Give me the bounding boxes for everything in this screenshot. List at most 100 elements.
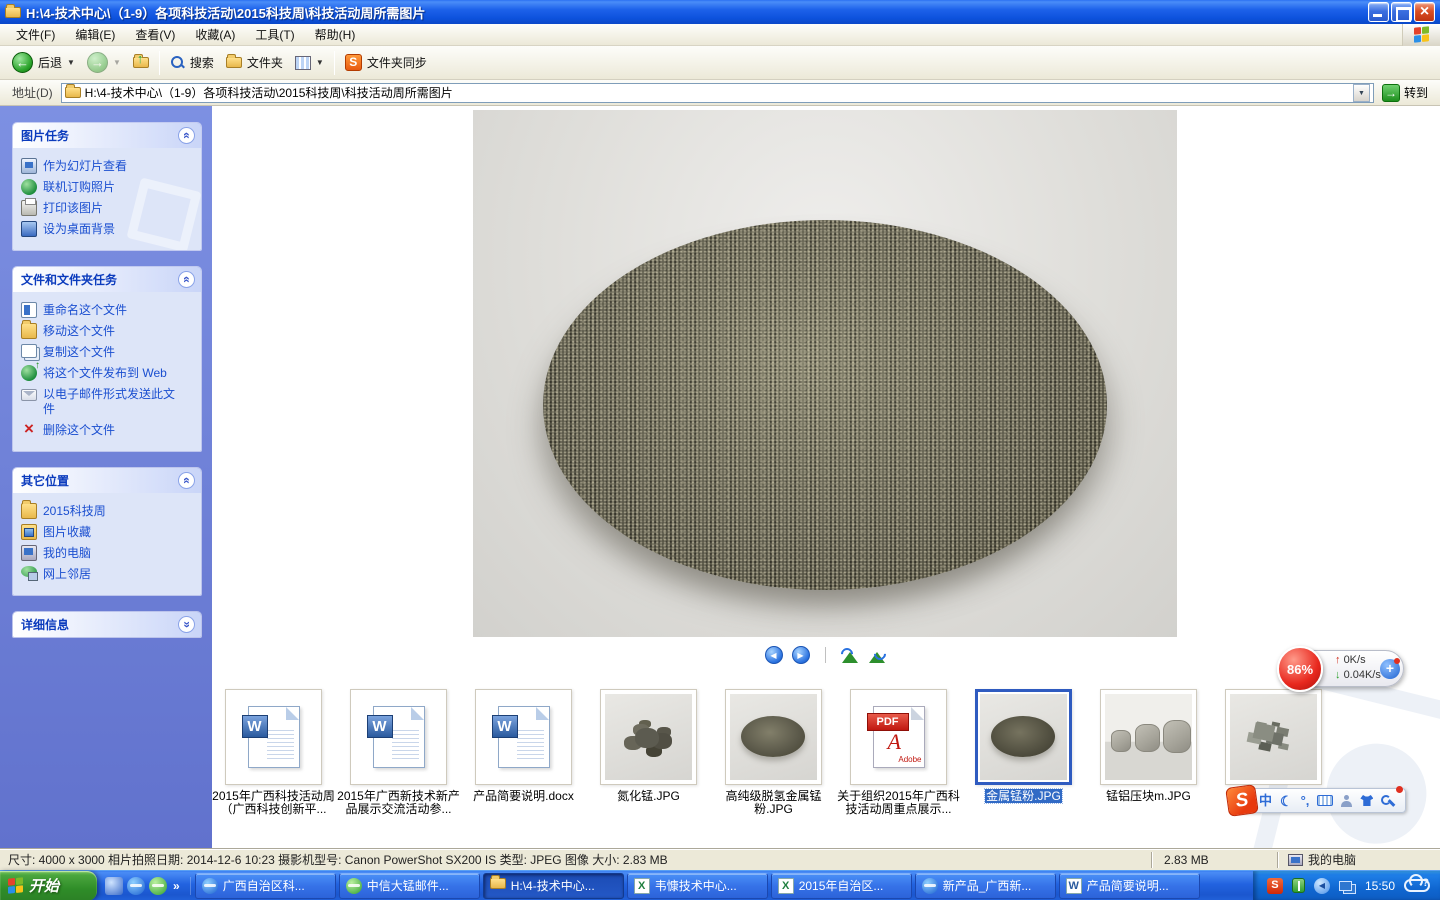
place-2015-tech-week[interactable]: 2015科技周: [21, 501, 197, 522]
address-dropdown-button[interactable]: ▼: [1353, 84, 1370, 102]
title-bar[interactable]: H:\4-技术中心\（1-9）各项科技活动\2015科技周\科技活动周所需图片: [0, 0, 1440, 24]
taskbar-button-explorer-active[interactable]: H:\4-技术中心...: [483, 873, 624, 899]
back-dropdown-icon[interactable]: ▼: [67, 58, 75, 67]
menu-favorites[interactable]: 收藏(A): [185, 23, 245, 46]
thumbnail-word-doc-3[interactable]: W: [475, 689, 572, 785]
menu-view[interactable]: 查看(V): [125, 23, 185, 46]
cloud-app-icon[interactable]: [1404, 879, 1430, 892]
thumbnail-metal-manganese-powder-selected[interactable]: [975, 689, 1072, 785]
file-label[interactable]: 高纯级脱氢金属锰粉.JPG: [710, 790, 837, 816]
expand-chevron-icon[interactable]: [178, 616, 195, 633]
soft-keyboard-icon[interactable]: [1317, 795, 1333, 806]
folder-sync-button[interactable]: S 文件夹同步: [339, 51, 433, 74]
task-order-prints[interactable]: 联机订购照片: [21, 177, 197, 198]
file-label[interactable]: 产品简要说明.docx: [460, 790, 587, 803]
rotate-counterclockwise-icon[interactable]: [841, 648, 859, 663]
collapse-chevron-icon[interactable]: [178, 127, 195, 144]
other-places-header[interactable]: 其它位置: [13, 468, 201, 493]
place-network[interactable]: 网上邻居: [21, 564, 197, 585]
punctuation-mode[interactable]: °,: [1301, 794, 1310, 807]
task-email-file[interactable]: 以电子邮件形式发送此文件: [21, 384, 197, 420]
taskbar-button-word[interactable]: W产品简要说明...: [1059, 873, 1200, 899]
network-status-icon[interactable]: [1339, 881, 1352, 891]
thumbnail-word-doc-2[interactable]: W: [350, 689, 447, 785]
thumbnail-word-doc-1[interactable]: W: [225, 689, 322, 785]
address-input[interactable]: H:\4-技术中心\（1-9）各项科技活动\2015科技周\科技活动周所需图片 …: [61, 83, 1374, 103]
menu-file[interactable]: 文件(F): [6, 23, 65, 46]
file-label[interactable]: 氮化锰.JPG: [585, 790, 712, 803]
quick-launch-app-icon[interactable]: [105, 877, 123, 895]
task-publish-web[interactable]: 将这个文件发布到 Web: [21, 363, 197, 384]
thumbnail-pdf-doc[interactable]: PDF A Adobe: [850, 689, 947, 785]
clock[interactable]: 15:50: [1365, 879, 1395, 893]
account-icon[interactable]: [1341, 795, 1352, 807]
folders-button[interactable]: 文件夹: [220, 51, 289, 74]
file-label[interactable]: 关于组织2015年广西科技活动周重点展示...: [835, 790, 962, 816]
task-rename-file[interactable]: 重命名这个文件: [21, 300, 197, 321]
previous-image-button[interactable]: [765, 646, 783, 664]
thumbnail-dehydro-powder[interactable]: [725, 689, 822, 785]
taskbar-button-browser-2[interactable]: 新产品_广西新...: [915, 873, 1056, 899]
taskbar-button-excel-1[interactable]: X韦慷技术中心...: [627, 873, 768, 899]
hide-icons-chevron[interactable]: ◀: [1314, 878, 1330, 894]
menu-help[interactable]: 帮助(H): [305, 23, 366, 46]
minimize-button[interactable]: [1368, 2, 1389, 22]
back-button[interactable]: 后退 ▼: [6, 49, 81, 76]
task-delete-file[interactable]: 删除这个文件: [21, 420, 197, 441]
fullwidth-moon-icon[interactable]: [1280, 794, 1293, 808]
collapse-chevron-icon[interactable]: [178, 472, 195, 489]
menu-edit[interactable]: 编辑(E): [65, 23, 125, 46]
thumbnail-mn-al-briquette[interactable]: [1100, 689, 1197, 785]
task-view-slideshow[interactable]: 作为幻灯片查看: [21, 156, 197, 177]
start-button[interactable]: 开始: [0, 871, 97, 900]
file-label[interactable]: 锰铝压块m.JPG: [1085, 790, 1212, 803]
accelerate-plus-button[interactable]: +: [1380, 659, 1400, 679]
task-move-file[interactable]: 移动这个文件: [21, 321, 197, 342]
task-set-wallpaper[interactable]: 设为桌面背景: [21, 219, 197, 240]
folders-label: 文件夹: [247, 54, 283, 71]
go-button[interactable]: → 转到: [1374, 84, 1436, 102]
close-button[interactable]: [1414, 2, 1435, 22]
preview-image-manganese-powder[interactable]: [473, 110, 1177, 637]
search-button[interactable]: 搜索: [164, 51, 220, 74]
place-my-computer[interactable]: 我的电脑: [21, 543, 197, 564]
place-my-pictures[interactable]: 图片收藏: [21, 522, 197, 543]
collapse-chevron-icon[interactable]: [178, 271, 195, 288]
sogou-logo-icon[interactable]: S: [1225, 784, 1259, 817]
forward-button[interactable]: ▼: [81, 49, 127, 76]
file-label[interactable]: 2015年广西新技术新产品展示交流活动参...: [335, 790, 462, 816]
picture-tasks-header[interactable]: 图片任务: [13, 123, 201, 148]
task-print-picture[interactable]: 打印该图片: [21, 198, 197, 219]
memory-percent-ball[interactable]: 86%: [1277, 646, 1323, 692]
ime-mode-chinese[interactable]: 中: [1259, 794, 1272, 807]
file-tasks-header[interactable]: 文件和文件夹任务: [13, 267, 201, 292]
file-label-selected[interactable]: 金属锰粉.JPG: [960, 790, 1087, 803]
up-button[interactable]: [127, 54, 155, 71]
content-area: 图片任务 作为幻灯片查看 联机订购照片 打印该图片 设为桌面背景 文件和文件夹任…: [0, 106, 1440, 848]
task-copy-file[interactable]: 复制这个文件: [21, 342, 197, 363]
folder-icon: [5, 7, 21, 18]
quick-launch-overflow-icon[interactable]: »: [171, 879, 182, 893]
file-label[interactable]: 2015年广西科技活动周（广西科技创新平...: [210, 790, 337, 816]
rotate-clockwise-icon[interactable]: [868, 648, 886, 663]
taskbar-button-mail[interactable]: 中信大锰邮件...: [339, 873, 480, 899]
toolbar-separator: [334, 51, 335, 75]
skin-icon[interactable]: [1360, 795, 1373, 806]
quick-launch-ie-icon[interactable]: [127, 877, 145, 895]
restore-button[interactable]: [1391, 2, 1412, 22]
next-image-button[interactable]: [792, 646, 810, 664]
details-header[interactable]: 详细信息: [13, 612, 201, 637]
menu-tools[interactable]: 工具(T): [245, 23, 304, 46]
thumbnail-manganese-nitride[interactable]: [600, 689, 697, 785]
thumbnail-manganese-flakes[interactable]: [1225, 689, 1322, 785]
speed-monitor-widget[interactable]: 86% ↑ 0K/s ↓ 0.04K/s +: [1290, 650, 1404, 687]
usb-device-icon[interactable]: [1292, 878, 1305, 893]
taskbar-button-excel-2[interactable]: X2015年自治区...: [771, 873, 912, 899]
taskbar-button-browser-1[interactable]: 广西自治区科...: [195, 873, 336, 899]
quick-launch-browser-icon[interactable]: [149, 877, 167, 895]
settings-wrench-icon[interactable]: [1381, 795, 1393, 807]
views-button[interactable]: ▼: [289, 53, 330, 73]
task-pane-sidebar: 图片任务 作为幻灯片查看 联机订购照片 打印该图片 设为桌面背景 文件和文件夹任…: [0, 106, 212, 848]
sogou-tray-icon[interactable]: S: [1267, 878, 1283, 894]
sogou-ime-toolbar[interactable]: S 中 °,: [1236, 788, 1406, 813]
